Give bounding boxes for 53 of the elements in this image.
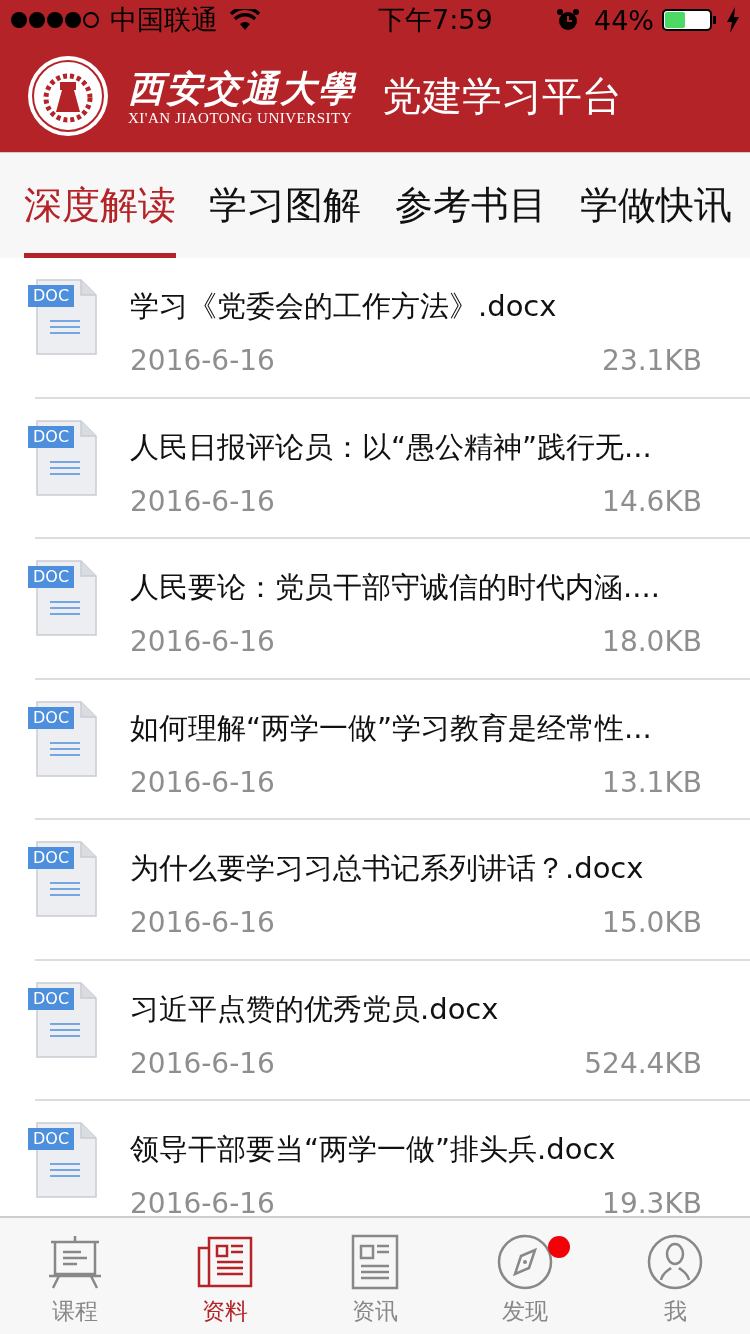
file-date: 2016-6-16	[130, 1046, 275, 1080]
file-name: 人民日报评论员：以“愚公精神”践行无...	[130, 428, 653, 466]
file-date: 2016-6-16	[130, 765, 275, 799]
category-tab[interactable]: 学做快讯	[580, 153, 732, 258]
file-date: 2016-6-16	[130, 1187, 275, 1216]
user-icon	[647, 1234, 703, 1290]
file-size: 18.0KB	[602, 625, 702, 658]
university-subtitle: XI'AN JIAOTONG UNIVERSITY	[128, 109, 354, 127]
tab-bar-item[interactable]: 课程	[0, 1218, 150, 1334]
file-size: 15.0KB	[602, 906, 702, 939]
file-type-label: DOC	[28, 285, 75, 307]
wifi-icon	[230, 9, 260, 31]
category-tab[interactable]: 学习图解	[209, 153, 362, 258]
file-type-label: DOC	[28, 1128, 75, 1150]
file-date: 2016-6-16	[130, 484, 275, 518]
tab-bar-item[interactable]: 资料	[150, 1218, 300, 1334]
file-name: 为什么要学习习总书记系列讲话？.docx	[130, 850, 645, 887]
file-name: 领导干部要当“两学一做”排头兵.docx	[130, 1131, 617, 1168]
tab-bar-item[interactable]: 资讯	[300, 1218, 450, 1334]
file-name: 如何理解“两学一做”学习教育是经常性...	[130, 709, 653, 747]
file-type-label: DOC	[28, 987, 75, 1010]
file-size: 14.6KB	[602, 484, 702, 518]
signal-icon	[10, 11, 102, 29]
tab-bar-item[interactable]: 我	[600, 1218, 750, 1334]
battery-icon	[662, 8, 718, 32]
file-size: 13.1KB	[602, 765, 702, 799]
category-tab[interactable]: 参考书目	[394, 153, 547, 258]
file-size: 19.3KB	[602, 1187, 702, 1216]
charging-icon	[726, 7, 740, 33]
alarm-icon	[556, 8, 580, 32]
battery-percent: 44%	[594, 4, 654, 36]
file-type-label: DOC	[28, 566, 75, 588]
tab-bar-item[interactable]: 发现	[450, 1218, 600, 1334]
file-type-label: DOC	[28, 706, 75, 729]
file-date: 2016-6-16	[130, 906, 275, 939]
clock-time: 下午7:59	[378, 3, 494, 37]
file-date: 2016-6-16	[130, 625, 275, 658]
file-type-label: DOC	[28, 425, 75, 448]
app-title: 党建学习平台	[382, 71, 622, 121]
compass-icon	[497, 1234, 553, 1290]
file-name: 人民要论：党员干部守诚信的时代内涵....	[130, 569, 661, 606]
easel-icon	[47, 1234, 103, 1290]
file-name: 学习《党委会的工作方法》.docx	[130, 288, 558, 325]
file-size: 524.4KB	[584, 1046, 702, 1080]
university-name: 西安交通大學	[128, 65, 356, 110]
file-name: 习近平点赞的优秀党员.docx	[130, 990, 500, 1028]
file-type-label: DOC	[28, 847, 75, 869]
file-size: 23.1KB	[602, 344, 702, 377]
university-seal-icon	[26, 54, 110, 138]
newspaper-icon	[197, 1234, 253, 1290]
category-tab[interactable]: 深度解读	[24, 153, 176, 258]
carrier-name: 中国联通	[110, 3, 218, 37]
file-date: 2016-6-16	[130, 344, 275, 377]
